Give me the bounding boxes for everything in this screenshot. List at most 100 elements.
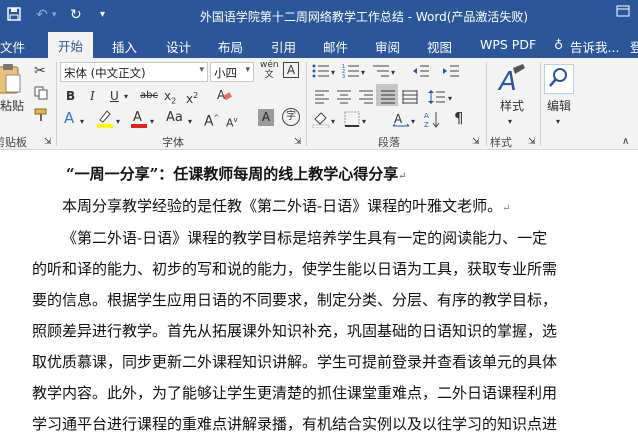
chinese-layout-dropdown-icon[interactable]: ▾ [411,114,415,130]
underline-button[interactable]: U [110,88,119,104]
document-page[interactable]: “一周一分享”：任课教师每周的线上教学心得分享↵ 本周分享教学经验的是任教《第二… [0,151,638,438]
body-line: 要的信息。根据学生应用日语的不同要求，制定分类、分层、有序的教学目标， [32,291,558,309]
numbering-dropdown-icon[interactable]: ▾ [361,65,365,81]
ribbon-tabs: 文件 开始 插入 设计 布局 引用 邮件 审阅 视图 WPS PDF ♁ 告诉我… [0,32,638,58]
italic-button[interactable]: I [90,88,95,104]
character-shading-icon[interactable]: A [258,109,274,126]
change-case-icon[interactable]: Aa [166,110,183,126]
separator [306,62,307,146]
copy-icon[interactable] [34,86,48,104]
grow-font-icon[interactable]: A^ [204,110,219,130]
font-launcher-icon[interactable]: ⇲ [294,134,302,150]
svg-text:A: A [497,67,517,96]
font-name-combo[interactable]: 宋体 (中文正文) ▾ [60,62,208,82]
body-line: 教学内容。此外，为了能够让学生更清楚的抓住课堂重难点，二外日语课程利用 [32,384,558,402]
body-line: 学习通平台进行课程的重难点讲解录播，有机结合实例以及以往学习的知识点进 [32,415,558,433]
strikethrough-button[interactable]: abc [140,88,158,104]
paste-button[interactable] [0,62,22,100]
svg-text:3: 3 [342,74,345,78]
decrease-indent-icon[interactable] [412,64,430,82]
change-case-dropdown-icon[interactable]: ▾ [188,114,192,130]
body-line: 取优质慕课，同步更新二外课程知识讲解。学生可提前登录并查看该单元的具体 [32,353,558,371]
show-hide-marks-icon[interactable]: ¶ [454,110,464,126]
text-effects-icon[interactable]: A [64,110,74,126]
tab-home[interactable]: 开始 [48,32,94,58]
numbering-icon[interactable]: 123 [342,64,360,82]
collapse-ribbon-icon[interactable]: ∧ [622,134,629,150]
paragraph-mark: ↵ [398,171,407,182]
chevron-down-icon: ▾ [245,65,250,75]
paragraph-launcher-icon[interactable]: ⇲ [472,134,480,150]
subscript-button[interactable]: x2 [164,88,176,109]
tab-view[interactable]: 视图 [427,37,452,56]
tab-layout[interactable]: 布局 [218,37,243,56]
format-painter-icon[interactable] [34,108,48,126]
increase-indent-icon[interactable] [442,64,460,82]
clipboard-launcher-icon[interactable]: ⇲ [44,134,52,150]
distributed-icon[interactable] [402,90,418,108]
styles-dropdown-icon[interactable]: ▾ [508,114,512,130]
font-group-label: 字体 [162,136,184,149]
align-center-icon[interactable] [336,90,352,108]
superscript-button[interactable]: x2 [186,88,198,107]
multilevel-list-icon[interactable] [372,64,390,82]
separator [540,62,541,146]
character-border-icon[interactable]: A [283,62,299,78]
chinese-layout-icon[interactable]: A [392,110,410,132]
svg-text:A: A [394,112,403,126]
tab-review[interactable]: 审阅 [375,37,400,56]
tab-wps-pdf[interactable]: WPS PDF [480,37,536,52]
tab-mailings[interactable]: 邮件 [323,37,348,56]
svg-text:Z: Z [424,121,429,128]
sign-in-link[interactable]: 登 [630,37,638,56]
align-right-icon[interactable] [358,90,374,108]
align-left-icon[interactable] [314,90,330,108]
font-color-dropdown-icon[interactable]: ▾ [150,114,154,130]
tell-me-search[interactable]: 告诉我... [570,37,619,56]
clear-formatting-icon[interactable]: A [216,87,232,107]
paragraph-group-label: 段落 [378,136,400,149]
window-title: 外国语学院第十二周网络教学工作总结 - Word(产品激活失败) [199,10,529,24]
ribbon-display-icon[interactable] [616,5,630,21]
font-name-value: 宋体 (中文正文) [64,66,146,80]
tab-insert[interactable]: 插入 [112,37,137,56]
tab-file[interactable]: 文件 [0,37,25,56]
bullets-dropdown-icon[interactable]: ▾ [331,65,335,81]
font-size-combo[interactable]: 小四 ▾ [210,62,254,82]
font-color-icon[interactable]: A [130,108,148,132]
tab-design[interactable]: 设计 [166,37,191,56]
highlight-dropdown-icon[interactable]: ▾ [116,114,120,130]
editing-button[interactable] [544,64,574,94]
chevron-down-icon: ▾ [199,65,204,75]
tab-references[interactable]: 引用 [271,37,296,56]
styles-button[interactable]: A [494,64,530,100]
sort-icon[interactable]: AZ [424,110,442,132]
svg-text:A: A [133,110,142,125]
bold-button[interactable]: B [66,88,75,104]
text-effects-dropdown-icon[interactable]: ▾ [80,114,84,130]
shrink-font-icon[interactable]: Av [226,112,238,132]
styles-label: 样式 [500,99,525,113]
underline-dropdown-icon[interactable]: ▾ [124,89,128,105]
editing-dropdown-icon[interactable]: ▾ [556,114,560,130]
body-line: 《第二外语-日语》课程的教学目标是培养学生具有一定的阅读能力、一定 [62,229,548,247]
multilevel-dropdown-icon[interactable]: ▾ [391,65,395,81]
line-spacing-dropdown-icon[interactable]: ▾ [448,91,452,107]
editing-label: 编辑 [547,99,572,113]
svg-text:A: A [424,112,429,120]
bullets-icon[interactable] [312,64,330,82]
enclose-characters-icon[interactable]: 字 [282,108,300,126]
shading-dropdown-icon[interactable]: ▾ [331,114,335,130]
borders-icon[interactable] [344,111,360,131]
line-spacing-icon[interactable] [428,89,446,109]
highlight-icon[interactable] [96,108,114,132]
styles-launcher-icon[interactable]: ⇲ [528,134,536,150]
separator [486,62,487,146]
shading-icon[interactable] [312,110,330,132]
justify-icon[interactable] [380,90,396,108]
cut-icon[interactable]: ✂ [34,63,46,79]
heading-text: “一周一分享”：任课教师每周的线上教学心得分享 [66,165,399,183]
borders-dropdown-icon[interactable]: ▾ [362,114,366,130]
body-line: 本周分享教学经验的是任教《第二外语-日语》课程的叶雅文老师。↵ [62,195,622,216]
phonetic-guide-icon[interactable]: wén 文 [260,60,279,80]
